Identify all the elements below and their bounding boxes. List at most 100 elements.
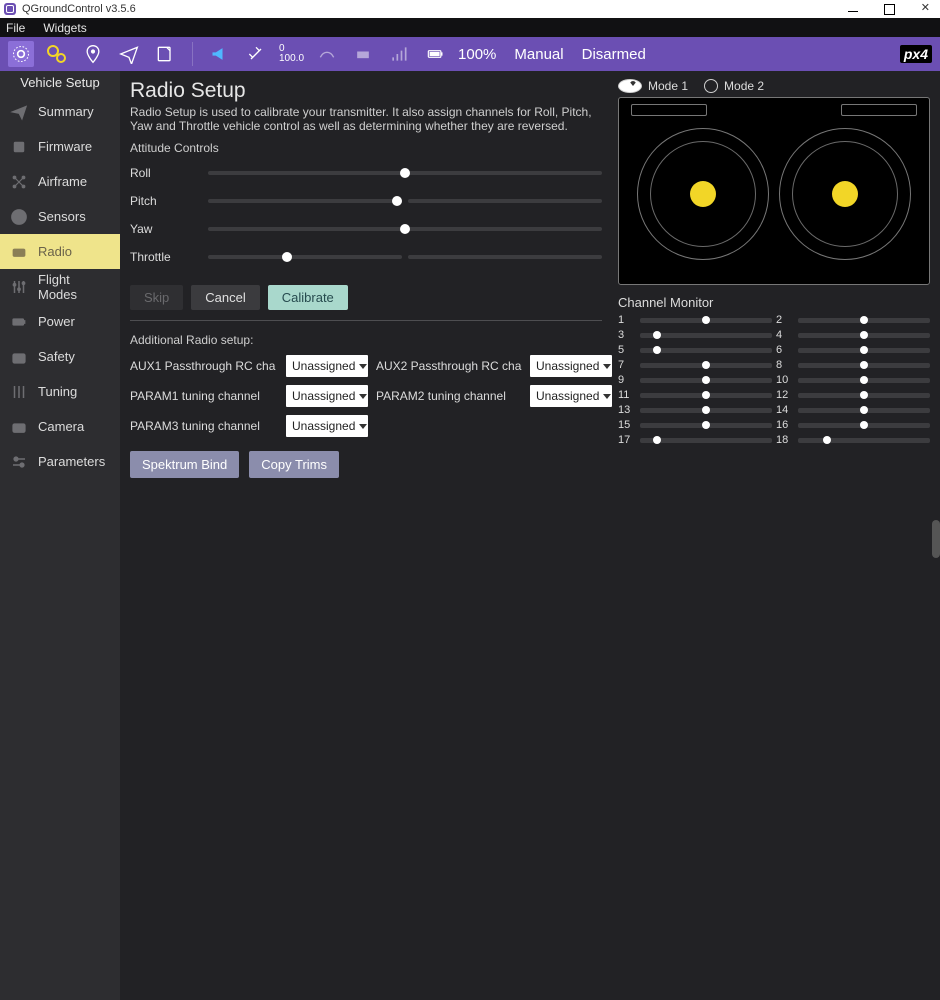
channel-number: 3 <box>618 329 636 341</box>
toolbar-satellite-icon[interactable] <box>243 41 269 67</box>
spektrum-bind-button[interactable]: Spektrum Bind <box>130 451 239 478</box>
window-close-icon[interactable]: ✕ <box>921 3 930 14</box>
channel-4-bar <box>798 333 930 338</box>
window-minimize-icon[interactable] <box>848 11 858 12</box>
channel-8-bar <box>798 363 930 368</box>
sidebar-item-tuning[interactable]: Tuning <box>0 374 120 409</box>
aux1-select[interactable]: Unassigned <box>286 355 368 377</box>
plane-icon <box>10 103 28 121</box>
channel-9-bar <box>640 378 772 383</box>
sidebar-item-label: Power <box>38 314 75 329</box>
param2-label: PARAM2 tuning channel <box>376 389 522 403</box>
toolbar-flight-mode[interactable]: Manual <box>514 46 563 63</box>
window-maximize-icon[interactable] <box>884 4 895 15</box>
mode-selector: Mode 1 Mode 2 <box>618 79 930 93</box>
sidebar-item-safety[interactable]: Safety <box>0 339 120 374</box>
attitude-roll-row: Roll <box>130 159 602 187</box>
mode1-radio[interactable]: Mode 1 <box>618 79 688 93</box>
sidebar-item-flight-modes[interactable]: Flight Modes <box>0 269 120 304</box>
toolbar-signal-icon[interactable] <box>386 41 412 67</box>
aux1-label: AUX1 Passthrough RC cha <box>130 359 278 373</box>
app-icon <box>4 3 16 15</box>
scrollbar-thumb[interactable] <box>932 520 940 558</box>
toolbar-gears-icon[interactable] <box>44 41 70 67</box>
attitude-label: Pitch <box>130 194 208 208</box>
sidebar-item-label: Parameters <box>38 454 105 469</box>
channel-number: 11 <box>618 389 636 401</box>
window-title: QGroundControl v3.5.6 <box>22 3 136 15</box>
toolbar-gps-values: 0 100.0 <box>279 44 304 64</box>
sidebar-item-label: Summary <box>38 104 94 119</box>
window-titlebar: QGroundControl v3.5.6 ✕ <box>0 0 940 18</box>
channel-12-bar <box>798 393 930 398</box>
radio-icon <box>618 79 642 93</box>
toolbar-fly-icon[interactable] <box>116 41 142 67</box>
toolbar-telemetry-icon[interactable] <box>350 41 376 67</box>
param1-select[interactable]: Unassigned <box>286 385 368 407</box>
channel-number: 17 <box>618 434 636 446</box>
channel-15-bar <box>640 423 772 428</box>
channel-10-bar <box>798 378 930 383</box>
toolbar-px4-logo: px4 <box>900 45 932 63</box>
sidebar-item-radio[interactable]: Radio <box>0 234 120 269</box>
sidebar-item-summary[interactable]: Summary <box>0 94 120 129</box>
attitude-heading: Attitude Controls <box>130 141 602 155</box>
sidebar-item-label: Firmware <box>38 139 92 154</box>
attitude-throttle-slider[interactable] <box>208 251 602 263</box>
channel-number: 15 <box>618 419 636 431</box>
parameters-icon <box>10 453 28 471</box>
channel-18-bar <box>798 438 930 443</box>
sidebar-item-label: Flight Modes <box>38 272 110 302</box>
vehicle-setup-sidebar: Vehicle Setup Summary Firmware Airframe … <box>0 71 120 1000</box>
toolbar-megaphone-icon[interactable] <box>207 41 233 67</box>
menu-widgets[interactable]: Widgets <box>43 21 86 35</box>
copy-trims-button[interactable]: Copy Trims <box>249 451 339 478</box>
attitude-pitch-slider[interactable] <box>208 195 602 207</box>
aux2-select[interactable]: Unassigned <box>530 355 612 377</box>
attitude-throttle-row: Throttle <box>130 243 602 271</box>
param3-select[interactable]: Unassigned <box>286 415 368 437</box>
sidebar-item-label: Safety <box>38 349 75 364</box>
medkit-icon <box>10 348 28 366</box>
radio-icon <box>704 79 718 93</box>
toolbar-arm-state[interactable]: Disarmed <box>582 46 646 63</box>
sidebar-item-label: Radio <box>38 244 72 259</box>
radio-icon <box>10 243 28 261</box>
channel-monitor-heading: Channel Monitor <box>618 295 930 310</box>
sidebar-item-camera[interactable]: Camera <box>0 409 120 444</box>
sidebar-item-parameters[interactable]: Parameters <box>0 444 120 479</box>
channel-number: 13 <box>618 404 636 416</box>
toolbar-analyze-icon[interactable] <box>152 41 178 67</box>
menu-bar: File Widgets <box>0 18 940 37</box>
channel-3-bar <box>640 333 772 338</box>
cancel-button[interactable]: Cancel <box>191 285 259 310</box>
battery-icon <box>10 313 28 331</box>
toolbar-rc-icon[interactable] <box>314 41 340 67</box>
main-panel: Radio Setup Radio Setup is used to calib… <box>120 71 940 1000</box>
channel-number: 10 <box>776 374 794 386</box>
sidebar-item-sensors[interactable]: Sensors <box>0 199 120 234</box>
additional-heading: Additional Radio setup: <box>130 333 602 347</box>
channel-2-bar <box>798 318 930 323</box>
sidebar-item-label: Camera <box>38 419 84 434</box>
attitude-roll-slider[interactable] <box>208 167 602 179</box>
mode2-radio[interactable]: Mode 2 <box>704 79 764 93</box>
channel-1-bar <box>640 318 772 323</box>
attitude-yaw-slider[interactable] <box>208 223 602 235</box>
sidebar-item-label: Airframe <box>38 174 87 189</box>
channel-number: 5 <box>618 344 636 356</box>
param1-label: PARAM1 tuning channel <box>130 389 278 403</box>
sidebar-item-firmware[interactable]: Firmware <box>0 129 120 164</box>
menu-file[interactable]: File <box>6 21 25 35</box>
toolbar-plan-icon[interactable] <box>80 41 106 67</box>
channel-number: 1 <box>618 314 636 326</box>
skip-button[interactable]: Skip <box>130 285 183 310</box>
toolbar-settings-icon[interactable] <box>8 41 34 67</box>
sidebar-item-power[interactable]: Power <box>0 304 120 339</box>
calibrate-button[interactable]: Calibrate <box>268 285 348 310</box>
channel-number: 14 <box>776 404 794 416</box>
sidebar-item-airframe[interactable]: Airframe <box>0 164 120 199</box>
param2-select[interactable]: Unassigned <box>530 385 612 407</box>
chip-icon <box>10 138 28 156</box>
attitude-label: Throttle <box>130 250 208 264</box>
